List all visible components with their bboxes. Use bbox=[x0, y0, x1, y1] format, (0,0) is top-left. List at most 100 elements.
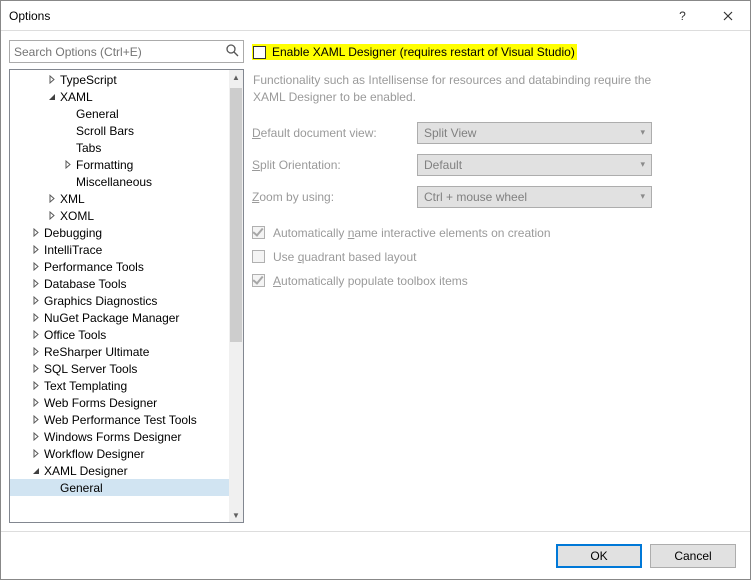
expander-closed-icon[interactable] bbox=[30, 329, 42, 341]
auto-toolbox-checkbox[interactable] bbox=[252, 274, 265, 287]
description-text: Functionality such as Intellisense for r… bbox=[252, 72, 662, 106]
expander-closed-icon[interactable] bbox=[62, 159, 74, 171]
tree-item[interactable]: Database Tools bbox=[10, 275, 229, 292]
expander-closed-icon[interactable] bbox=[30, 261, 42, 273]
tree-item[interactable]: Text Templating bbox=[10, 377, 229, 394]
expander-closed-icon[interactable] bbox=[30, 380, 42, 392]
auto-toolbox-row[interactable]: Automatically populate toolbox items bbox=[252, 274, 728, 288]
tree-container: TypeScriptXAML General Scroll Bars Tabs Form… bbox=[9, 69, 244, 523]
tree-item[interactable]: Scroll Bars bbox=[10, 122, 229, 139]
scroll-down-icon[interactable]: ▼ bbox=[229, 508, 243, 522]
tree-item[interactable]: Web Performance Test Tools bbox=[10, 411, 229, 428]
tree-item[interactable]: ReSharper Ultimate bbox=[10, 343, 229, 360]
tree-item-label: Database Tools bbox=[44, 277, 127, 291]
expander-closed-icon[interactable] bbox=[30, 414, 42, 426]
settings-pane: Enable XAML Designer (requires restart o… bbox=[252, 40, 742, 523]
enable-xaml-designer-row[interactable]: Enable XAML Designer (requires restart o… bbox=[252, 44, 577, 60]
expander-none bbox=[62, 108, 74, 120]
close-button[interactable] bbox=[705, 1, 750, 31]
default-view-label: Default document view: bbox=[252, 126, 417, 140]
auto-name-checkbox[interactable] bbox=[252, 226, 265, 239]
tree-item-label: NuGet Package Manager bbox=[44, 311, 179, 325]
footer: OK Cancel bbox=[1, 531, 750, 579]
expander-closed-icon[interactable] bbox=[30, 397, 42, 409]
expander-closed-icon[interactable] bbox=[46, 74, 58, 86]
expander-closed-icon[interactable] bbox=[30, 295, 42, 307]
expander-none bbox=[62, 176, 74, 188]
quadrant-row[interactable]: Use quadrant based layout bbox=[252, 250, 728, 264]
tree-item[interactable]: IntelliTrace bbox=[10, 241, 229, 258]
tree-item-label: TypeScript bbox=[60, 73, 117, 87]
auto-name-row[interactable]: Automatically name interactive elements … bbox=[252, 226, 728, 240]
expander-closed-icon[interactable] bbox=[30, 227, 42, 239]
expander-closed-icon[interactable] bbox=[46, 210, 58, 222]
expander-none bbox=[46, 482, 58, 494]
tree-item[interactable]: Debugging bbox=[10, 224, 229, 241]
tree-item-label: Formatting bbox=[76, 158, 133, 172]
tree[interactable]: TypeScriptXAML General Scroll Bars Tabs Form… bbox=[10, 70, 229, 522]
enable-xaml-checkbox[interactable] bbox=[253, 46, 266, 59]
tree-item-label: Scroll Bars bbox=[76, 124, 134, 138]
tree-item[interactable]: Web Forms Designer bbox=[10, 394, 229, 411]
tree-item[interactable]: XML bbox=[10, 190, 229, 207]
enable-xaml-label: Enable XAML Designer (requires restart o… bbox=[272, 45, 575, 59]
expander-closed-icon[interactable] bbox=[30, 448, 42, 460]
tree-item-label: ReSharper Ultimate bbox=[44, 345, 149, 359]
tree-item-label: General bbox=[76, 107, 119, 121]
tree-item-label: Web Performance Test Tools bbox=[44, 413, 197, 427]
tree-item[interactable]: General bbox=[10, 105, 229, 122]
scrollbar[interactable]: ▲ ▼ bbox=[229, 70, 243, 522]
expander-closed-icon[interactable] bbox=[30, 244, 42, 256]
tree-item[interactable]: Tabs bbox=[10, 139, 229, 156]
tree-item[interactable]: SQL Server Tools bbox=[10, 360, 229, 377]
scroll-thumb[interactable] bbox=[230, 88, 242, 342]
tree-item-label: XAML Designer bbox=[44, 464, 128, 478]
expander-closed-icon[interactable] bbox=[30, 346, 42, 358]
default-view-combo[interactable]: Split View ▾ bbox=[417, 122, 652, 144]
expander-closed-icon[interactable] bbox=[30, 312, 42, 324]
scroll-track[interactable] bbox=[229, 84, 243, 508]
tree-item[interactable]: General bbox=[10, 479, 229, 496]
help-button[interactable]: ? bbox=[660, 1, 705, 31]
tree-item-label: Web Forms Designer bbox=[44, 396, 157, 410]
split-orientation-combo[interactable]: Default ▾ bbox=[417, 154, 652, 176]
tree-item-label: IntelliTrace bbox=[44, 243, 102, 257]
expander-open-icon[interactable] bbox=[30, 465, 42, 477]
ok-button[interactable]: OK bbox=[556, 544, 642, 568]
tree-item-label: Tabs bbox=[76, 141, 101, 155]
tree-item[interactable]: Office Tools bbox=[10, 326, 229, 343]
tree-item-label: General bbox=[60, 481, 103, 495]
expander-closed-icon[interactable] bbox=[30, 278, 42, 290]
window-title: Options bbox=[9, 9, 660, 23]
search-input[interactable] bbox=[9, 40, 244, 63]
expander-open-icon[interactable] bbox=[46, 91, 58, 103]
zoom-combo[interactable]: Ctrl + mouse wheel ▾ bbox=[417, 186, 652, 208]
search-icon[interactable] bbox=[225, 43, 239, 60]
quadrant-checkbox[interactable] bbox=[252, 250, 265, 263]
tree-item[interactable]: Miscellaneous bbox=[10, 173, 229, 190]
cancel-button[interactable]: Cancel bbox=[650, 544, 736, 568]
zoom-label: Zoom by using: bbox=[252, 190, 417, 204]
tree-item-label: Text Templating bbox=[44, 379, 127, 393]
scroll-up-icon[interactable]: ▲ bbox=[229, 70, 243, 84]
tree-item-label: Debugging bbox=[44, 226, 102, 240]
tree-item[interactable]: XAML Designer bbox=[10, 462, 229, 479]
tree-item[interactable]: NuGet Package Manager bbox=[10, 309, 229, 326]
chevron-down-icon: ▾ bbox=[640, 127, 645, 138]
tree-item[interactable]: TypeScript bbox=[10, 71, 229, 88]
tree-item[interactable]: Workflow Designer bbox=[10, 445, 229, 462]
tree-item[interactable]: XAML bbox=[10, 88, 229, 105]
expander-closed-icon[interactable] bbox=[30, 431, 42, 443]
close-icon bbox=[723, 11, 733, 21]
tree-item-label: Windows Forms Designer bbox=[44, 430, 181, 444]
expander-none bbox=[62, 125, 74, 137]
tree-item[interactable]: XOML bbox=[10, 207, 229, 224]
tree-item[interactable]: Performance Tools bbox=[10, 258, 229, 275]
tree-item[interactable]: Windows Forms Designer bbox=[10, 428, 229, 445]
expander-closed-icon[interactable] bbox=[46, 193, 58, 205]
tree-item[interactable]: Graphics Diagnostics bbox=[10, 292, 229, 309]
tree-item-label: XOML bbox=[60, 209, 94, 223]
tree-item-label: Performance Tools bbox=[44, 260, 144, 274]
tree-item[interactable]: Formatting bbox=[10, 156, 229, 173]
expander-closed-icon[interactable] bbox=[30, 363, 42, 375]
